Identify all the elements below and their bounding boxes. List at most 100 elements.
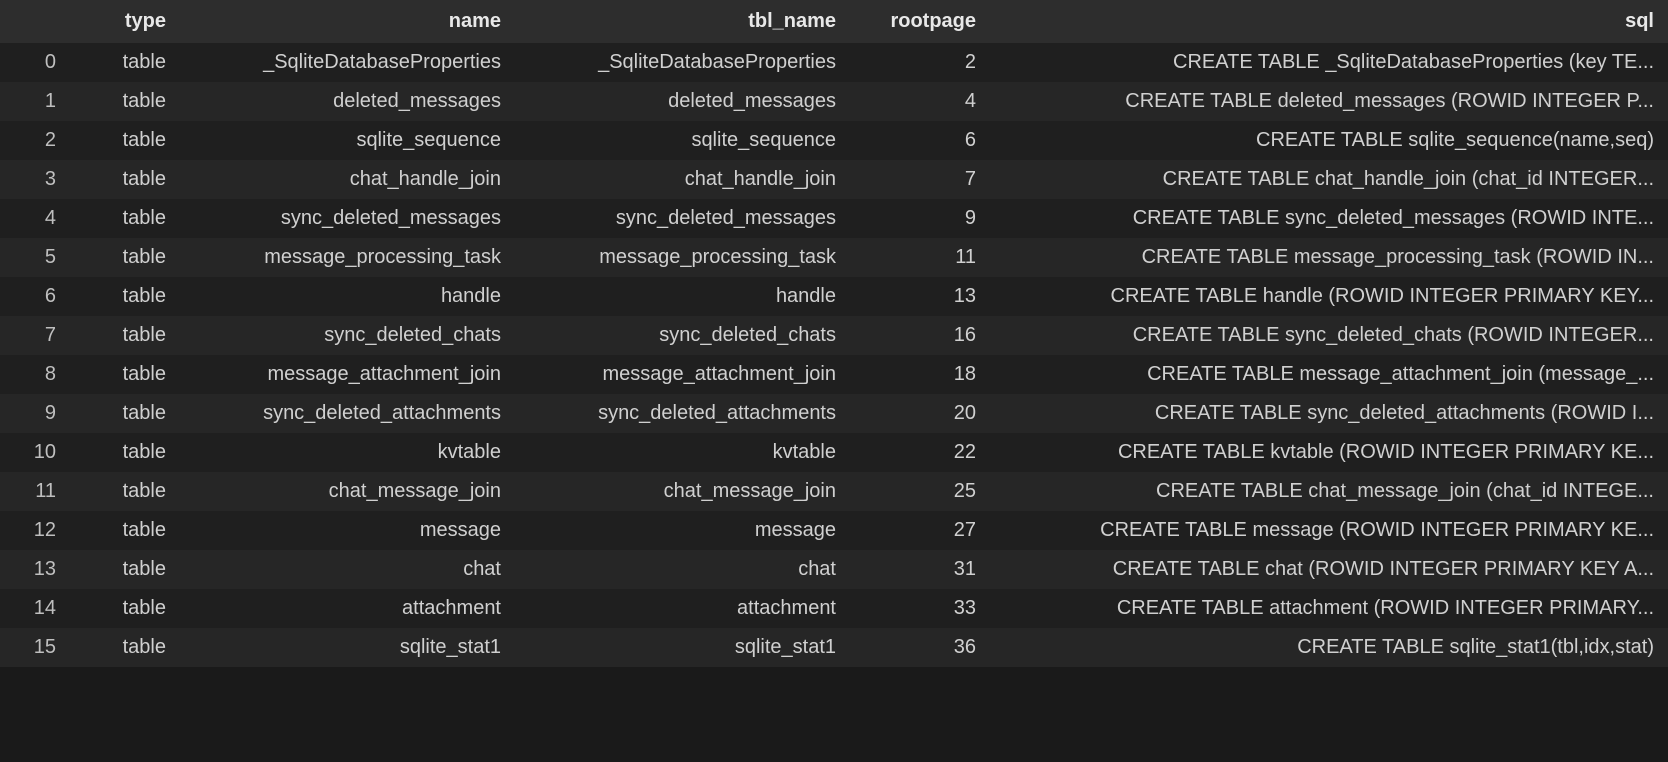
cell-rootpage: 13: [850, 277, 990, 316]
cell-sql: CREATE TABLE handle (ROWID INTEGER PRIMA…: [990, 277, 1668, 316]
cell-index: 3: [0, 160, 70, 199]
cell-name: sqlite_sequence: [180, 121, 515, 160]
table-row[interactable]: 14tableattachmentattachment33CREATE TABL…: [0, 589, 1668, 628]
cell-index: 1: [0, 82, 70, 121]
cell-name: _SqliteDatabaseProperties: [180, 43, 515, 82]
cell-type: table: [70, 589, 180, 628]
table-row[interactable]: 9tablesync_deleted_attachmentssync_delet…: [0, 394, 1668, 433]
cell-tbl-name: chat_message_join: [515, 472, 850, 511]
cell-rootpage: 25: [850, 472, 990, 511]
cell-index: 0: [0, 43, 70, 82]
cell-rootpage: 16: [850, 316, 990, 355]
cell-name: handle: [180, 277, 515, 316]
table-row[interactable]: 2tablesqlite_sequencesqlite_sequence6CRE…: [0, 121, 1668, 160]
table-row[interactable]: 3tablechat_handle_joinchat_handle_join7C…: [0, 160, 1668, 199]
cell-index: 15: [0, 628, 70, 667]
table-header-row: type name tbl_name rootpage sql: [0, 0, 1668, 43]
cell-type: table: [70, 628, 180, 667]
table-row[interactable]: 10tablekvtablekvtable22CREATE TABLE kvta…: [0, 433, 1668, 472]
cell-type: table: [70, 472, 180, 511]
cell-index: 4: [0, 199, 70, 238]
cell-sql: CREATE TABLE _SqliteDatabaseProperties (…: [990, 43, 1668, 82]
cell-sql: CREATE TABLE deleted_messages (ROWID INT…: [990, 82, 1668, 121]
cell-type: table: [70, 394, 180, 433]
cell-type: table: [70, 433, 180, 472]
cell-tbl-name: sync_deleted_messages: [515, 199, 850, 238]
cell-name: message_attachment_join: [180, 355, 515, 394]
cell-sql: CREATE TABLE sync_deleted_messages (ROWI…: [990, 199, 1668, 238]
cell-rootpage: 4: [850, 82, 990, 121]
cell-type: table: [70, 82, 180, 121]
cell-name: message_processing_task: [180, 238, 515, 277]
cell-tbl-name: chat_handle_join: [515, 160, 850, 199]
cell-index: 2: [0, 121, 70, 160]
cell-type: table: [70, 277, 180, 316]
cell-index: 13: [0, 550, 70, 589]
cell-rootpage: 18: [850, 355, 990, 394]
cell-rootpage: 9: [850, 199, 990, 238]
table-row[interactable]: 1tabledeleted_messagesdeleted_messages4C…: [0, 82, 1668, 121]
table-row[interactable]: 12tablemessagemessage27CREATE TABLE mess…: [0, 511, 1668, 550]
cell-type: table: [70, 160, 180, 199]
cell-index: 7: [0, 316, 70, 355]
col-header-index[interactable]: [0, 0, 70, 43]
cell-type: table: [70, 511, 180, 550]
cell-tbl-name: message_processing_task: [515, 238, 850, 277]
cell-rootpage: 36: [850, 628, 990, 667]
col-header-tbl-name[interactable]: tbl_name: [515, 0, 850, 43]
cell-rootpage: 31: [850, 550, 990, 589]
cell-rootpage: 6: [850, 121, 990, 160]
cell-name: kvtable: [180, 433, 515, 472]
table-row[interactable]: 0table_SqliteDatabaseProperties_SqliteDa…: [0, 43, 1668, 82]
cell-type: table: [70, 316, 180, 355]
cell-tbl-name: attachment: [515, 589, 850, 628]
table-row[interactable]: 8tablemessage_attachment_joinmessage_att…: [0, 355, 1668, 394]
cell-index: 8: [0, 355, 70, 394]
cell-rootpage: 7: [850, 160, 990, 199]
cell-tbl-name: message_attachment_join: [515, 355, 850, 394]
cell-tbl-name: sqlite_stat1: [515, 628, 850, 667]
cell-name: deleted_messages: [180, 82, 515, 121]
cell-rootpage: 27: [850, 511, 990, 550]
cell-name: attachment: [180, 589, 515, 628]
table-row[interactable]: 11tablechat_message_joinchat_message_joi…: [0, 472, 1668, 511]
cell-rootpage: 22: [850, 433, 990, 472]
cell-tbl-name: sync_deleted_chats: [515, 316, 850, 355]
cell-sql: CREATE TABLE chat_message_join (chat_id …: [990, 472, 1668, 511]
cell-rootpage: 11: [850, 238, 990, 277]
cell-type: table: [70, 199, 180, 238]
cell-tbl-name: chat: [515, 550, 850, 589]
cell-index: 10: [0, 433, 70, 472]
cell-sql: CREATE TABLE message_attachment_join (me…: [990, 355, 1668, 394]
table-row[interactable]: 13tablechatchat31CREATE TABLE chat (ROWI…: [0, 550, 1668, 589]
col-header-type[interactable]: type: [70, 0, 180, 43]
col-header-rootpage[interactable]: rootpage: [850, 0, 990, 43]
cell-name: sync_deleted_messages: [180, 199, 515, 238]
cell-index: 9: [0, 394, 70, 433]
cell-sql: CREATE TABLE chat_handle_join (chat_id I…: [990, 160, 1668, 199]
cell-name: sqlite_stat1: [180, 628, 515, 667]
table-row[interactable]: 7tablesync_deleted_chatssync_deleted_cha…: [0, 316, 1668, 355]
cell-index: 14: [0, 589, 70, 628]
cell-tbl-name: kvtable: [515, 433, 850, 472]
cell-sql: CREATE TABLE sqlite_stat1(tbl,idx,stat): [990, 628, 1668, 667]
table-row[interactable]: 4tablesync_deleted_messagessync_deleted_…: [0, 199, 1668, 238]
cell-type: table: [70, 43, 180, 82]
cell-name: sync_deleted_chats: [180, 316, 515, 355]
table-row[interactable]: 6tablehandlehandle13CREATE TABLE handle …: [0, 277, 1668, 316]
cell-sql: CREATE TABLE attachment (ROWID INTEGER P…: [990, 589, 1668, 628]
cell-sql: CREATE TABLE sync_deleted_chats (ROWID I…: [990, 316, 1668, 355]
cell-sql: CREATE TABLE message_processing_task (RO…: [990, 238, 1668, 277]
cell-name: chat_message_join: [180, 472, 515, 511]
cell-tbl-name: handle: [515, 277, 850, 316]
cell-sql: CREATE TABLE sync_deleted_attachments (R…: [990, 394, 1668, 433]
col-header-name[interactable]: name: [180, 0, 515, 43]
table-row[interactable]: 5tablemessage_processing_taskmessage_pro…: [0, 238, 1668, 277]
cell-name: chat: [180, 550, 515, 589]
cell-tbl-name: _SqliteDatabaseProperties: [515, 43, 850, 82]
cell-sql: CREATE TABLE kvtable (ROWID INTEGER PRIM…: [990, 433, 1668, 472]
cell-type: table: [70, 121, 180, 160]
col-header-sql[interactable]: sql: [990, 0, 1668, 43]
cell-type: table: [70, 355, 180, 394]
table-row[interactable]: 15tablesqlite_stat1sqlite_stat136CREATE …: [0, 628, 1668, 667]
